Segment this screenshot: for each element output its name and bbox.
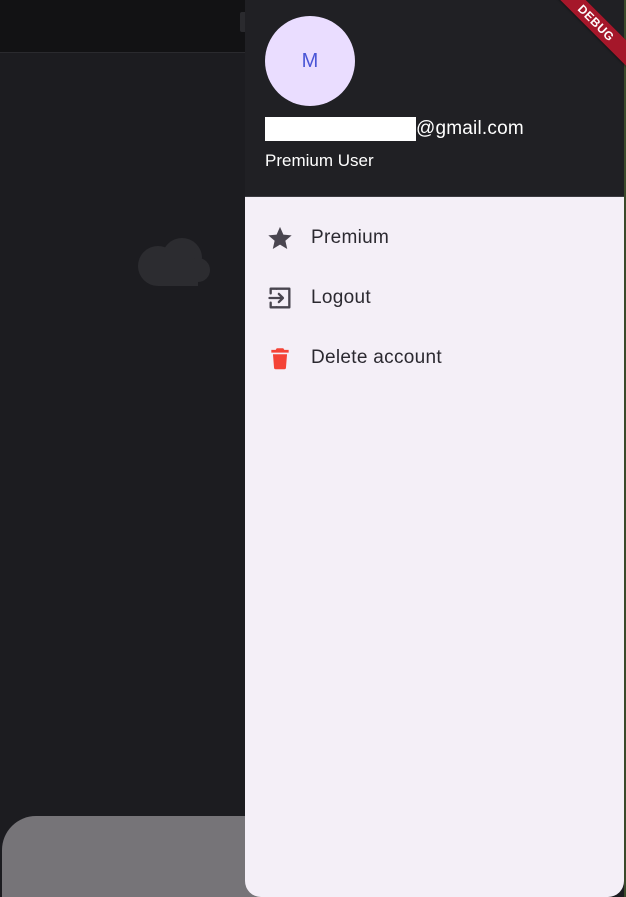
menu-item-premium[interactable]: Premium bbox=[245, 208, 624, 268]
menu-item-logout[interactable]: Logout bbox=[245, 268, 624, 328]
menu-item-label: Premium bbox=[311, 227, 390, 248]
star-icon bbox=[265, 223, 295, 253]
account-tier-label: Premium User bbox=[265, 151, 374, 170]
trash-icon bbox=[265, 343, 295, 373]
email-domain: @gmail.com bbox=[416, 118, 524, 139]
drawer-header: M @gmail.com Premium User bbox=[245, 0, 624, 197]
menu-item-label: Logout bbox=[311, 287, 371, 308]
avatar: M bbox=[265, 16, 355, 106]
menu-item-delete-account[interactable]: Delete account bbox=[245, 328, 624, 388]
cloud-icon bbox=[138, 238, 210, 286]
avatar-initial: M bbox=[301, 49, 319, 72]
account-email: @gmail.com bbox=[265, 117, 524, 141]
menu-item-label: Delete account bbox=[311, 347, 442, 368]
logout-icon bbox=[265, 283, 295, 313]
redacted-email-username bbox=[265, 117, 416, 141]
drawer-menu: Premium Logout Delete account bbox=[245, 197, 624, 388]
navigation-drawer: M @gmail.com Premium User Premium Logout… bbox=[245, 0, 624, 897]
app-screen: M @gmail.com Premium User Premium Logout… bbox=[0, 0, 626, 897]
